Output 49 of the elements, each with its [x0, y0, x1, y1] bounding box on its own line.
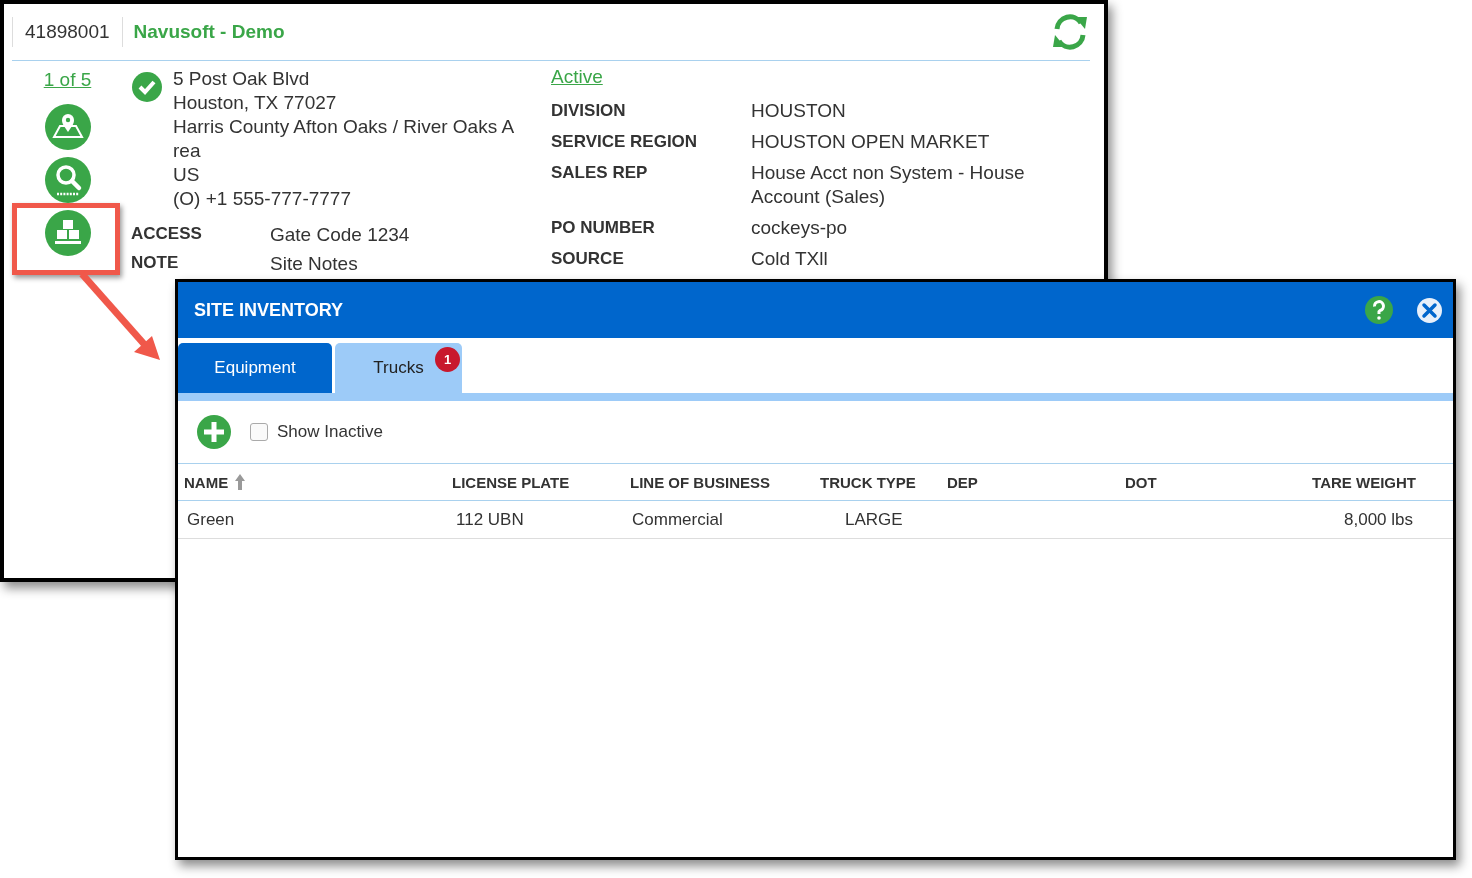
address-line: Houston, TX 77027	[173, 91, 338, 115]
field-value: Gate Code 1234	[270, 224, 411, 246]
address-line: rea	[173, 139, 202, 163]
field-value: cockeys-po	[751, 216, 849, 240]
column-header[interactable]: DEP	[941, 473, 1119, 491]
checkbox[interactable]	[250, 423, 268, 441]
field-value: House Acct non System - House Account (Sales)	[751, 161, 1026, 209]
table-cell-text: 112 UBN	[455, 509, 525, 530]
column-header[interactable]: LICENSE PLATE	[446, 473, 624, 491]
column-header[interactable]: DOT	[1119, 473, 1269, 491]
field-label: SOURCE	[551, 248, 625, 270]
tab[interactable]: Trucks 1	[335, 343, 462, 393]
field-label: ACCESS	[131, 224, 203, 245]
table-cell-text: 8,000 lbs	[1343, 509, 1414, 530]
field-value: Cold TXll	[751, 247, 829, 271]
column-header[interactable]: TRUCK TYPE	[820, 473, 941, 491]
column-header[interactable]: LINE OF BUSINESS	[624, 473, 820, 491]
help-icon[interactable]	[1364, 295, 1394, 325]
field-value: Site Notes	[270, 253, 359, 275]
table-cell-text: LARGE	[844, 509, 904, 530]
table-cell-text: Green	[186, 509, 236, 530]
account-number: 41898001	[12, 17, 123, 47]
search-web-icon[interactable]	[44, 157, 91, 203]
field-label: SERVICE REGION	[551, 131, 699, 153]
address-line: US	[173, 163, 201, 187]
field-label: NOTE	[131, 253, 180, 274]
tab[interactable]: Equipment	[178, 343, 332, 393]
dialog-title: SITE INVENTORY	[194, 299, 345, 321]
address-line: 5 Post Oak Blvd	[173, 67, 311, 91]
address-line: Harris County Afton Oaks / River Oaks A	[173, 115, 515, 139]
boxes-pallet-icon[interactable]	[44, 210, 91, 256]
sort-up-icon[interactable]	[234, 473, 247, 491]
map-pin-icon[interactable]	[44, 104, 91, 150]
address-line: (O) +1 555-777-7777	[173, 187, 352, 211]
add-icon[interactable]	[196, 414, 232, 450]
field-label: DIVISION	[551, 100, 627, 122]
field-label: PO NUMBER	[551, 217, 656, 239]
count-badge: 1	[435, 347, 460, 372]
close-icon[interactable]	[1416, 296, 1443, 324]
field-value: HOUSTON OPEN MARKET	[751, 130, 991, 154]
window-title: Navusoft - Demo	[133, 21, 286, 43]
refresh-icon[interactable]	[1050, 13, 1090, 51]
column-header[interactable]: TARE WEIGHT	[1269, 473, 1453, 491]
field-label: SALES REP	[551, 162, 649, 184]
field-value: HOUSTON	[751, 99, 847, 123]
check-icon	[131, 71, 163, 103]
table-cell-text: Commercial	[631, 509, 724, 530]
checkbox-label: Show Inactive	[277, 422, 383, 442]
column-header[interactable]: NAME	[178, 473, 446, 491]
